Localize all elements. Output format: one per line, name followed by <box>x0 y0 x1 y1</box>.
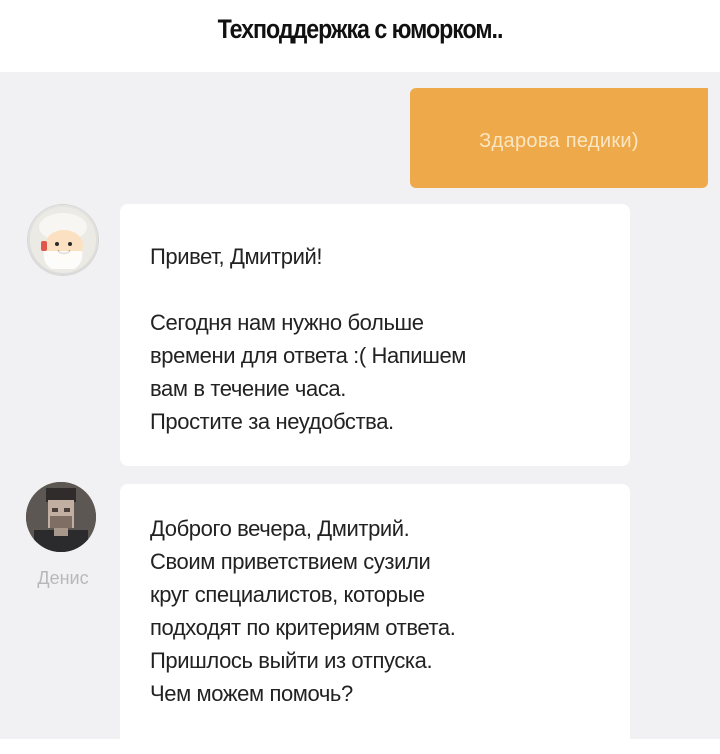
message-line: Доброго вечера, Дмитрий. <box>150 516 410 541</box>
message-line: круг специалистов, которые <box>150 582 425 607</box>
person-photo-icon <box>26 482 96 552</box>
bot-avatar <box>28 205 98 275</box>
message-line: вам в течение часа. <box>150 376 346 401</box>
astronaut-icon <box>30 207 96 273</box>
message-line: подходят по критериям ответа. <box>150 615 456 640</box>
message-line: Сегодня нам нужно больше <box>150 310 424 335</box>
bot-message-bubble: Привет, Дмитрий! Сегодня нам нужно больш… <box>120 204 630 466</box>
message-line: Пришлось выйти из отпуска. <box>150 648 433 673</box>
message-line: Своим приветствием сузили <box>150 549 431 574</box>
meme-caption: Техподдержка с юморком.. <box>217 14 504 44</box>
user-message-text: Здарова педики) <box>479 130 639 152</box>
agent-name: Денис <box>37 568 89 588</box>
user-message-bubble: Здарова педики) <box>410 88 708 188</box>
agent-message-bubble: Доброго вечера, Дмитрий. Своим приветств… <box>120 484 630 754</box>
agent-avatar <box>26 482 96 552</box>
message-greeting: Привет, Дмитрий! <box>150 244 323 269</box>
message-line: Чем можем помочь? <box>150 681 353 706</box>
caption-bar: Техподдержка с юморком.. <box>0 0 720 72</box>
message-line: времени для ответа :( Напишем <box>150 343 467 368</box>
message-line: Простите за неудобства. <box>150 409 394 434</box>
